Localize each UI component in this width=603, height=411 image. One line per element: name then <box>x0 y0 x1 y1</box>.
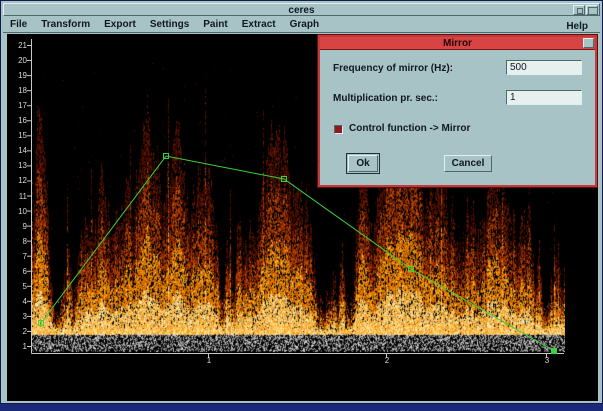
y-axis-tick-label: 10 <box>9 207 27 216</box>
dialog-titlebar[interactable]: Mirror <box>320 37 595 50</box>
control-function-checkbox[interactable] <box>334 125 343 134</box>
minimize-button[interactable] <box>573 5 585 15</box>
cancel-button[interactable]: Cancel <box>444 155 492 172</box>
dialog-close-button[interactable] <box>583 38 594 48</box>
y-axis-tick-label: 7 <box>9 252 27 261</box>
multiplication-input[interactable] <box>506 90 582 105</box>
menu-transform[interactable]: Transform <box>34 17 97 32</box>
maximize-button[interactable] <box>586 5 598 15</box>
y-axis-tick-label: 8 <box>9 237 27 246</box>
y-axis-tick-label: 13 <box>9 161 27 170</box>
y-axis-tick-label: 19 <box>9 71 27 80</box>
y-axis-tick-label: 5 <box>9 282 27 291</box>
y-axis-tick-label: 16 <box>9 116 27 125</box>
menu-graph[interactable]: Graph <box>283 17 326 32</box>
menu-settings[interactable]: Settings <box>143 17 196 32</box>
ok-button[interactable]: Ok <box>348 155 378 172</box>
y-axis-tick-label: 4 <box>9 297 27 306</box>
x-axis-tick-label: 2 <box>383 356 391 365</box>
y-axis-tick-label: 15 <box>9 131 27 140</box>
window-titlebar[interactable]: ceres <box>3 3 600 16</box>
menu-help[interactable]: Help <box>559 19 595 34</box>
x-axis-tick-label: 1 <box>205 356 213 365</box>
window-title: ceres <box>4 5 599 16</box>
x-axis-tick-label: 3 <box>543 356 551 365</box>
y-axis-tick-label: 11 <box>9 192 27 201</box>
dialog-title: Mirror <box>320 38 595 49</box>
menu-extract[interactable]: Extract <box>235 17 283 32</box>
ceres-window: ceres FileTransformExportSettingsPaintEx… <box>0 0 603 404</box>
frequency-field-label: Frequency of mirror (Hz): <box>333 63 453 74</box>
mirror-dialog: Mirror Frequency of mirror (Hz): Multipl… <box>318 35 597 187</box>
y-axis-tick-label: 12 <box>9 176 27 185</box>
y-axis-tick-label: 21 <box>9 41 27 50</box>
frequency-input[interactable] <box>506 60 582 75</box>
menu-export[interactable]: Export <box>97 17 143 32</box>
y-axis-tick-label: 14 <box>9 146 27 155</box>
y-axis-tick-label: 9 <box>9 222 27 231</box>
control-function-checkbox-label: Control function -> Mirror <box>349 123 470 134</box>
y-axis-tick-label: 2 <box>9 327 27 336</box>
y-axis-tick-label: 6 <box>9 267 27 276</box>
multiplication-field-label: Multiplication pr. sec.: <box>333 93 438 104</box>
y-axis-tick-label: 1 <box>9 342 27 351</box>
y-axis-tick-label: 20 <box>9 56 27 65</box>
y-axis-tick-label: 3 <box>9 312 27 321</box>
y-axis-tick-label: 18 <box>9 86 27 95</box>
menu-paint[interactable]: Paint <box>196 17 234 32</box>
y-axis-tick-label: 17 <box>9 101 27 110</box>
menubar: FileTransformExportSettingsPaintExtractG… <box>3 17 600 33</box>
control-point-handle[interactable] <box>552 349 557 354</box>
ok-button-default-ring: Ok <box>346 153 380 174</box>
menu-file[interactable]: File <box>3 17 34 32</box>
